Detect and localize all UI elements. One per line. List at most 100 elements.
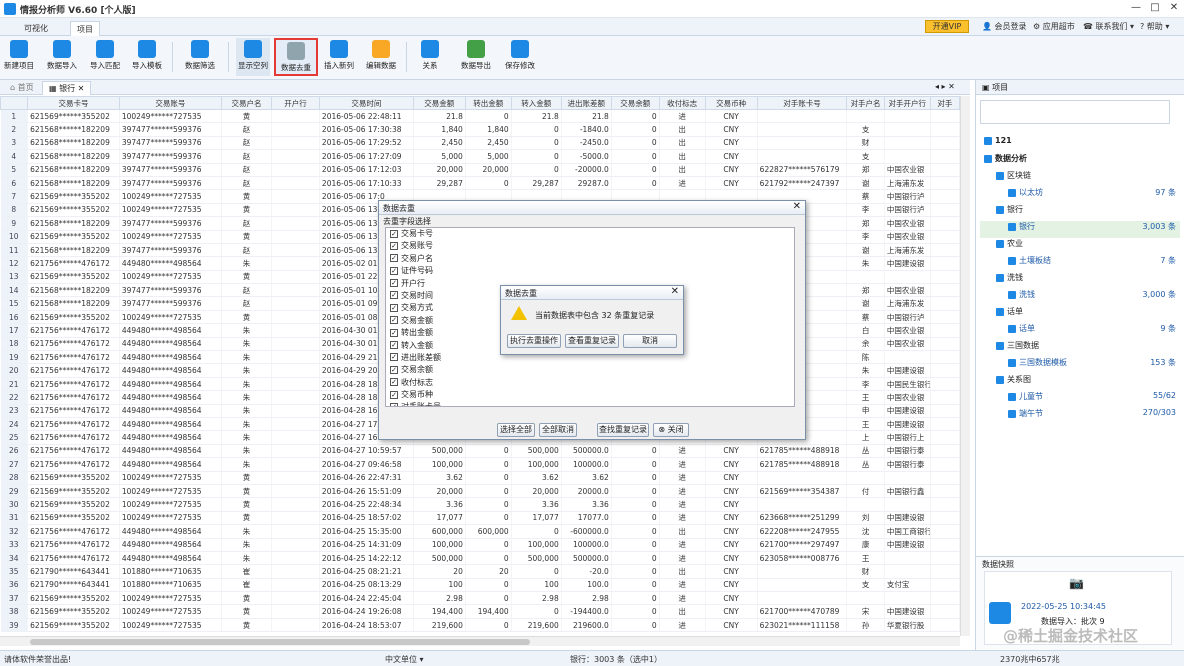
table-cell[interactable]: 0 (465, 176, 512, 191)
table-cell[interactable] (757, 109, 848, 124)
table-cell[interactable]: 449480******498564 (119, 538, 222, 552)
table-cell[interactable] (884, 122, 931, 137)
table-cell[interactable]: 0 (611, 149, 660, 164)
tab-nav-arrows[interactable]: ◂ ▸ ✕ (935, 82, 955, 91)
table-cell[interactable]: 194,400 (465, 604, 512, 619)
table-cell[interactable]: 王 (846, 551, 885, 566)
table-cell[interactable] (930, 444, 960, 459)
table-cell[interactable]: 621569******355202 (27, 189, 120, 204)
table-cell[interactable]: 100249******727535 (119, 230, 222, 244)
table-cell[interactable]: 500,000 (413, 551, 466, 566)
table-cell[interactable]: 449480******498564 (119, 323, 222, 338)
table-cell[interactable]: 进 (659, 176, 706, 191)
table-cell[interactable]: 397477******599376 (119, 283, 222, 298)
table-cell[interactable]: 29,287 (511, 176, 562, 191)
table-cell[interactable]: 500,000 (511, 444, 562, 459)
table-cell[interactable]: 2016-04-27 10:59:57 (319, 444, 414, 459)
checkbox-icon[interactable]: ✓ (390, 241, 398, 250)
table-cell[interactable]: 194,400 (413, 604, 466, 619)
table-cell[interactable] (930, 578, 960, 593)
table-cell[interactable]: 出 (659, 149, 706, 164)
table-cell[interactable]: 219,600 (511, 618, 562, 633)
table-cell[interactable]: 100 (413, 578, 466, 593)
table-cell[interactable]: 出 (659, 564, 706, 579)
table-cell[interactable] (271, 310, 320, 325)
table-cell[interactable] (930, 524, 960, 539)
column-header[interactable]: 开户行 (270, 96, 320, 110)
table-cell[interactable]: 621700******470789 (757, 604, 848, 619)
tab-project[interactable]: 项目 (70, 21, 100, 36)
table-cell[interactable]: 2016-04-26 15:51:09 (319, 484, 414, 499)
table-cell[interactable]: CNY (705, 122, 758, 137)
table-cell[interactable]: 朱 (846, 256, 885, 271)
table-row[interactable]: 39 621569******355202 100249******727535 黄 2… (0, 618, 960, 633)
table-cell[interactable]: 中国建设银 (884, 511, 931, 526)
table-cell[interactable]: 2016-04-25 08:21:21 (319, 564, 414, 579)
table-cell[interactable] (846, 270, 885, 285)
table-cell[interactable]: 500,000 (413, 444, 466, 459)
table-cell[interactable]: 621569******355202 (27, 618, 120, 633)
table-cell[interactable]: 进 (659, 471, 706, 485)
show-empty-columns-button[interactable]: 显示空列 (236, 38, 270, 76)
table-cell[interactable] (271, 337, 320, 352)
table-cell[interactable]: 中国建设银 (884, 604, 931, 619)
table-cell[interactable]: 支付宝 (884, 578, 931, 593)
table-cell[interactable]: 2016-05-06 17:27:09 (319, 149, 414, 164)
table-cell[interactable]: CNY (705, 551, 758, 566)
table-cell[interactable]: 100249******727535 (119, 604, 222, 619)
table-cell[interactable]: 支 (846, 149, 885, 164)
table-cell[interactable] (271, 176, 320, 191)
table-cell[interactable]: 谢 (846, 176, 885, 191)
table-cell[interactable]: 449480******498564 (119, 390, 222, 405)
table-cell[interactable]: 397477******599376 (119, 136, 222, 151)
table-cell[interactable]: 朱 (221, 444, 272, 459)
table-cell[interactable] (930, 230, 960, 244)
table-row[interactable]: 37 621569******355202 100249******727535 黄 2… (0, 591, 960, 606)
dedupe-field-checkbox[interactable]: ✓ 收付标志 (386, 377, 794, 389)
table-cell[interactable] (930, 323, 960, 338)
table-cell[interactable]: 黄 (221, 270, 272, 285)
table-cell[interactable] (271, 538, 320, 552)
table-cell[interactable] (884, 591, 931, 606)
table-cell[interactable]: 100249******727535 (119, 497, 222, 512)
table-cell[interactable]: 2016-04-25 14:31:09 (319, 538, 414, 552)
table-cell[interactable]: 449480******498564 (119, 430, 222, 445)
table-cell[interactable]: 黄 (221, 310, 272, 325)
table-cell[interactable] (930, 256, 960, 271)
maximize-button[interactable]: □ (1147, 2, 1163, 16)
table-cell[interactable]: 621792******247397 (757, 176, 848, 191)
table-cell[interactable]: 进 (659, 511, 706, 526)
table-cell[interactable]: 397477******599376 (119, 216, 222, 231)
table-cell[interactable]: 449480******498564 (119, 256, 222, 271)
dedupe-field-checkbox[interactable]: ✓ 证件号码 (386, 265, 794, 277)
table-cell[interactable]: 黄 (221, 591, 272, 606)
table-cell[interactable]: 华夏银行股 (884, 618, 931, 633)
table-cell[interactable]: -2450.0 (561, 136, 612, 151)
table-cell[interactable]: 中国建设银 (884, 538, 931, 552)
table-cell[interactable]: 郑 (846, 216, 885, 231)
table-cell[interactable] (884, 149, 931, 164)
table-cell[interactable]: 0 (465, 444, 512, 459)
table-cell[interactable]: 621569******355202 (27, 109, 120, 124)
table-cell[interactable]: 0 (465, 578, 512, 593)
table-cell[interactable]: 0 (511, 604, 562, 619)
table-cell[interactable]: 李 (846, 203, 885, 218)
table-cell[interactable]: 刘 (846, 511, 885, 526)
table-cell[interactable]: -20000.0 (561, 163, 612, 177)
clear-all-button[interactable]: 全部取消 (539, 423, 577, 437)
table-cell[interactable]: 中国农业银 (884, 163, 931, 177)
table-cell[interactable]: 621785******488918 (757, 444, 848, 459)
table-cell[interactable]: 黄 (221, 189, 272, 204)
table-cell[interactable] (846, 471, 885, 485)
table-cell[interactable]: 2016-05-06 17:10:33 (319, 176, 414, 191)
table-cell[interactable] (930, 404, 960, 418)
table-cell[interactable]: 623058******008776 (757, 551, 848, 566)
table-cell[interactable] (757, 136, 848, 151)
dedupe-field-checkbox[interactable]: ✓ 交易账号 (386, 240, 794, 252)
table-cell[interactable]: 朱 (221, 390, 272, 405)
table-cell[interactable] (930, 270, 960, 285)
table-cell[interactable]: 0 (611, 136, 660, 151)
table-cell[interactable] (271, 136, 320, 151)
table-cell[interactable]: 101880******710635 (119, 564, 222, 579)
column-header[interactable]: 对手 (929, 96, 960, 110)
